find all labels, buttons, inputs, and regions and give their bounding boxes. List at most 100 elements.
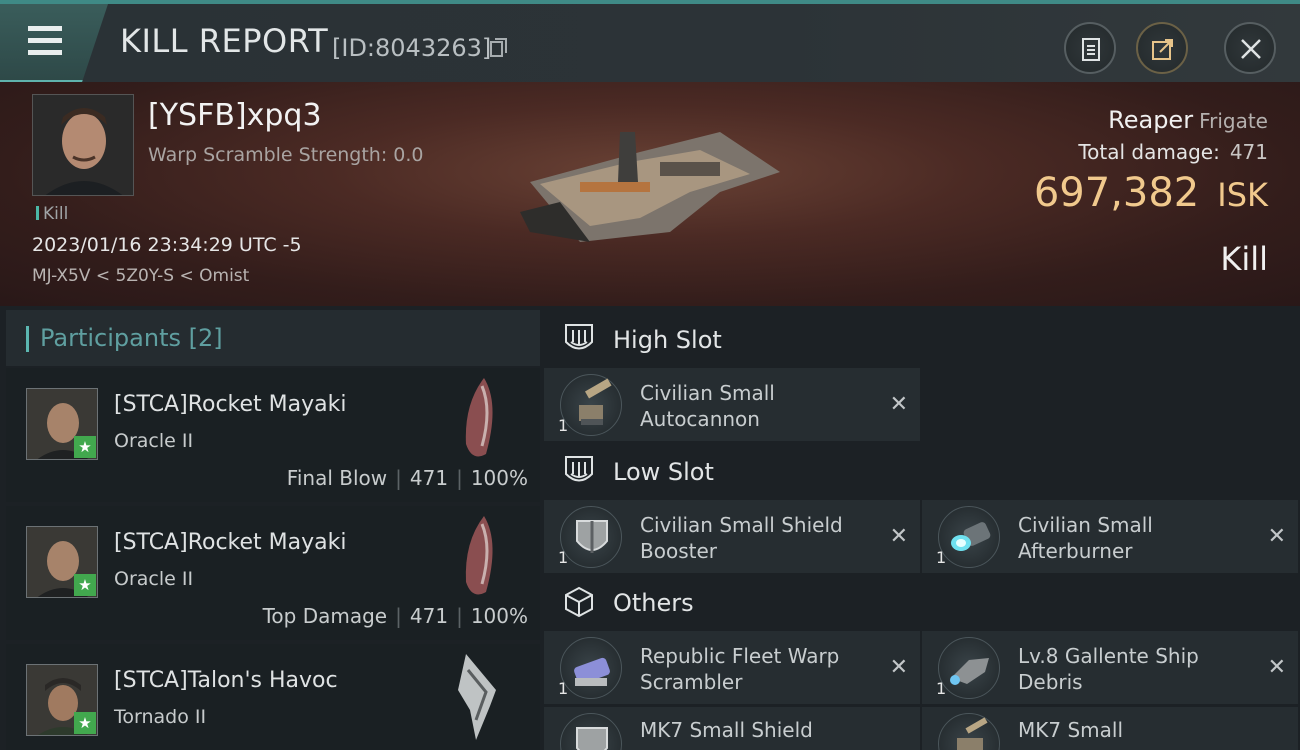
ship-debris-icon	[938, 637, 1000, 699]
warp-scramble-strength: Warp Scramble Strength: 0.0	[148, 144, 424, 166]
module-name-line1: Civilian Small Shield	[640, 513, 843, 537]
high-slot-header: High Slot	[544, 310, 1300, 370]
participant-card[interactable]: ★ [STCA]Rocket Mayaki Oracle II Top Dama…	[6, 506, 540, 640]
kill-tag-label: Kill	[43, 204, 69, 224]
participants-panel: Participants [2] ★ [STCA]Rocket Mayaki O…	[6, 310, 540, 750]
copy-icon[interactable]	[490, 38, 508, 58]
module-name: Civilian Small Shield Booster	[640, 512, 880, 564]
module-quantity: 1	[558, 548, 569, 567]
participants-header: Participants [2]	[6, 310, 540, 366]
module-slot[interactable]: 1 Civilian Small Afterburner ✕	[922, 500, 1298, 573]
participant-stats: Top Damage | 471 | 100%	[263, 604, 528, 628]
afterburner-icon	[938, 506, 1000, 568]
remove-icon[interactable]: ✕	[890, 524, 908, 549]
module-name-line1: MK7 Small Shield	[640, 718, 813, 742]
menu-icon	[28, 26, 62, 31]
module-name-line2: Afterburner	[1018, 539, 1133, 563]
module-slot[interactable]: 1 Civilian Small Shield Booster ✕	[544, 500, 920, 573]
menu-button[interactable]	[0, 4, 108, 82]
stats-separator: |	[395, 604, 402, 628]
stats-separator: |	[456, 466, 463, 490]
module-name-line1: MK7 Small	[1018, 718, 1123, 742]
module-icon	[938, 713, 1000, 750]
others-label: Others	[613, 589, 694, 617]
total-damage-value: 471	[1229, 140, 1268, 164]
close-icon	[1241, 39, 1261, 59]
high-slot-label: High Slot	[613, 326, 722, 354]
total-damage-label: Total damage:	[1078, 140, 1220, 164]
module-quantity: 1	[558, 416, 569, 435]
participant-percent: 100%	[470, 466, 528, 490]
kill-tag: Kill	[36, 204, 68, 224]
participant-ship-image	[458, 654, 496, 740]
victim-ship: Reaper Frigate	[1108, 106, 1268, 134]
shield-extender-icon	[560, 713, 622, 750]
remove-icon[interactable]: ✕	[1268, 655, 1286, 680]
isk-value: 697,382 ISK	[1034, 170, 1268, 216]
module-name-line2: Scrambler	[640, 670, 743, 694]
participant-name: [STCA]Talon's Havoc	[114, 668, 338, 693]
remove-icon[interactable]: ✕	[890, 655, 908, 680]
victim-ship-image	[520, 132, 780, 242]
star-icon: ★	[74, 712, 96, 734]
participant-ship: Tornado II	[114, 706, 207, 728]
participants-title: Participants [2]	[40, 324, 223, 352]
star-icon: ★	[74, 574, 96, 596]
participant-name: [STCA]Rocket Mayaki	[114, 392, 347, 417]
module-quantity: 1	[558, 679, 569, 698]
module-quantity: 1	[936, 548, 947, 567]
participants-label: Participants	[40, 324, 181, 352]
autocannon-icon	[560, 374, 622, 436]
ship-class: Frigate	[1199, 109, 1268, 133]
remove-icon[interactable]: ✕	[890, 392, 908, 417]
participant-ship: Oracle II	[114, 430, 194, 452]
report-id: [ID:8043263]	[332, 34, 492, 62]
module-name: MK7 Small Shield	[640, 717, 880, 743]
stats-separator: |	[395, 466, 402, 490]
low-slot-header: Low Slot	[544, 442, 1300, 502]
top-bar: KILL REPORT [ID:8043263]	[0, 0, 1300, 82]
clipboard-button[interactable]	[1064, 22, 1116, 74]
participant-role: Top Damage	[262, 604, 388, 628]
module-slot[interactable]: 1 Lv.8 Gallente Ship Debris ✕	[922, 631, 1298, 704]
module-name: Civilian Small Autocannon	[640, 380, 880, 432]
kill-marker	[36, 206, 39, 220]
kill-location: MJ-X5V < 5Z0Y-S < Omist	[32, 266, 250, 286]
menu-icon-bar	[28, 50, 62, 55]
menu-icon-bar	[28, 38, 62, 43]
module-name: Republic Fleet Warp Scrambler	[640, 643, 880, 695]
remove-icon[interactable]: ✕	[1268, 524, 1286, 549]
share-button[interactable]	[1136, 22, 1188, 74]
module-name: Lv.8 Gallente Ship Debris	[1018, 643, 1258, 695]
participants-count: [2]	[188, 324, 223, 352]
participant-card[interactable]: ★ [STCA]Rocket Mayaki Oracle II Final Bl…	[6, 368, 540, 502]
module-name-line2: Booster	[640, 539, 717, 563]
participant-damage: 471	[409, 466, 449, 490]
low-slot-label: Low Slot	[613, 458, 714, 486]
participant-percent: 100%	[470, 604, 528, 628]
module-name-line2: Autocannon	[640, 407, 760, 431]
module-name: Civilian Small Afterburner	[1018, 512, 1258, 564]
participant-name: [STCA]Rocket Mayaki	[114, 530, 347, 555]
total-damage: Total damage: 471	[1078, 140, 1268, 164]
module-slot[interactable]: 1 Republic Fleet Warp Scrambler ✕	[544, 631, 920, 704]
participants-header-marker	[26, 326, 29, 352]
isk-unit: ISK	[1217, 176, 1268, 214]
ship-name: Reaper	[1108, 106, 1194, 134]
module-slot[interactable]: MK7 Small	[922, 707, 1298, 750]
warp-scrambler-icon	[560, 637, 622, 699]
participant-card[interactable]: ★ [STCA]Talon's Havoc Tornado II	[6, 644, 540, 750]
close-button[interactable]	[1224, 22, 1276, 74]
clipboard-icon	[1082, 38, 1100, 61]
participant-ship-image	[465, 378, 493, 457]
victim-portrait[interactable]	[32, 94, 134, 196]
isk-amount: 697,382	[1033, 170, 1200, 216]
share-icon	[1152, 39, 1173, 60]
module-name-line1: Civilian Small	[1018, 513, 1153, 537]
module-slot[interactable]: 1 Civilian Small Autocannon ✕	[544, 368, 920, 441]
module-name: MK7 Small	[1018, 717, 1258, 743]
stats-separator: |	[456, 604, 463, 628]
module-slot[interactable]: MK7 Small Shield	[544, 707, 920, 750]
shield-booster-icon	[560, 506, 622, 568]
others-header: Others	[544, 573, 1300, 633]
